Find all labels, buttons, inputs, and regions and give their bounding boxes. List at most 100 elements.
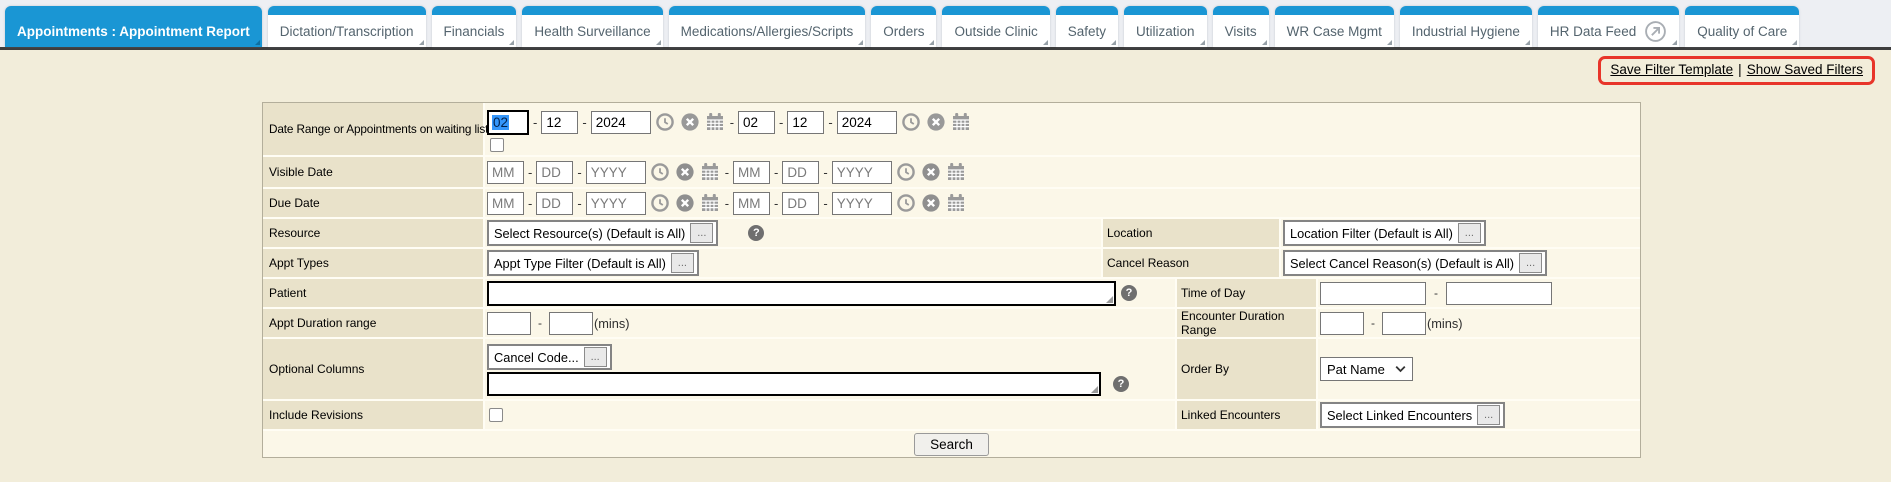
optional-columns-more-button[interactable]: ... <box>584 347 607 367</box>
clock-icon[interactable] <box>650 162 670 182</box>
patient-help-icon[interactable]: ? <box>1121 285 1137 301</box>
clear-icon[interactable] <box>675 162 695 182</box>
cancel-reason-picker[interactable]: Select Cancel Reason(s) (Default is All)… <box>1283 250 1547 276</box>
calendar-icon[interactable] <box>705 112 725 132</box>
clear-icon[interactable] <box>675 193 695 213</box>
visible-date-from-year-input[interactable] <box>586 161 646 184</box>
appt-duration-max-input[interactable] <box>549 312 593 335</box>
clear-icon[interactable] <box>926 112 946 132</box>
waiting-list-checkbox[interactable] <box>490 138 504 152</box>
filter-links-annotation-box: Save Filter Template|Show Saved Filters <box>1598 56 1875 85</box>
clock-icon[interactable] <box>896 193 916 213</box>
calendar-icon[interactable] <box>700 162 720 182</box>
tab-financials[interactable]: Financials <box>432 6 517 47</box>
tab-utilization[interactable]: Utilization <box>1124 6 1207 47</box>
tab-quality-of-care[interactable]: Quality of Care <box>1685 6 1799 47</box>
visible-date-row: Visible Date - - - - - <box>263 155 1640 187</box>
date-range-from-month-input[interactable]: 02 <box>487 110 529 135</box>
clear-icon[interactable] <box>921 162 941 182</box>
optional-columns-field[interactable] <box>487 372 1101 396</box>
save-filter-template-link[interactable]: Save Filter Template <box>1610 62 1733 77</box>
visible-date-from-month-input[interactable] <box>487 161 524 184</box>
time-of-day-from-input[interactable] <box>1320 282 1426 305</box>
resize-grip-icon[interactable] <box>1091 386 1098 393</box>
appt-duration-label: Appt Duration range <box>263 309 485 337</box>
order-by-select[interactable]: Pat Name <box>1320 357 1413 381</box>
clock-icon[interactable] <box>650 193 670 213</box>
encounter-duration-min-input[interactable] <box>1320 312 1364 335</box>
visible-date-to-year-input[interactable] <box>832 161 892 184</box>
resource-help-icon[interactable]: ? <box>748 225 764 241</box>
date-range-to-year-input[interactable] <box>837 111 897 134</box>
due-date-from-day-input[interactable] <box>536 192 573 215</box>
patient-label: Patient <box>263 279 485 307</box>
cancel-reason-more-button[interactable]: ... <box>1519 253 1542 273</box>
include-revisions-checkbox[interactable] <box>489 408 503 422</box>
visible-date-label: Visible Date <box>263 157 485 187</box>
patient-input[interactable] <box>489 283 1114 304</box>
date-range-from-year-input[interactable] <box>591 111 651 134</box>
tab-health-surveillance[interactable]: Health Surveillance <box>522 6 662 47</box>
location-more-button[interactable]: ... <box>1458 223 1481 243</box>
due-date-label: Due Date <box>263 189 485 217</box>
calendar-icon[interactable] <box>700 193 720 213</box>
encounter-duration-label: Encounter Duration Range <box>1175 309 1318 337</box>
visible-date-to-month-input[interactable] <box>733 161 770 184</box>
resource-more-button[interactable]: ... <box>690 223 713 243</box>
calendar-icon[interactable] <box>946 193 966 213</box>
due-date-to-month-input[interactable] <box>733 192 770 215</box>
optional-columns-help-icon[interactable]: ? <box>1113 376 1129 392</box>
due-date-from-month-input[interactable] <box>487 192 524 215</box>
clock-icon[interactable] <box>901 112 921 132</box>
dropdown-corner-icon <box>1200 40 1205 45</box>
date-range-from-day-input[interactable] <box>541 111 578 134</box>
linked-encounters-label: Linked Encounters <box>1175 401 1318 429</box>
clock-icon[interactable] <box>896 162 916 182</box>
visible-date-to-day-input[interactable] <box>782 161 819 184</box>
optional-columns-picker[interactable]: Cancel Code... ... <box>487 344 612 370</box>
appt-type-more-button[interactable]: ... <box>671 253 694 273</box>
tab-label: Quality of Care <box>1697 24 1787 39</box>
mins-unit-label: (mins) <box>1427 316 1463 331</box>
clear-icon[interactable] <box>680 112 700 132</box>
location-picker[interactable]: Location Filter (Default is All) ... <box>1283 220 1486 246</box>
visible-date-from-day-input[interactable] <box>536 161 573 184</box>
tab-safety[interactable]: Safety <box>1056 6 1118 47</box>
tab-medications-allergies-scripts[interactable]: Medications/Allergies/Scripts <box>669 6 866 47</box>
due-date-to-year-input[interactable] <box>832 192 892 215</box>
tab-orders[interactable]: Orders <box>871 6 936 47</box>
search-button[interactable]: Search <box>914 433 989 456</box>
encounter-duration-max-input[interactable] <box>1382 312 1426 335</box>
tab-label: Medications/Allergies/Scripts <box>681 24 854 39</box>
date-range-label: Date Range or Appointments on waiting li… <box>263 103 485 155</box>
tab-visits[interactable]: Visits <box>1213 6 1269 47</box>
linked-encounters-picker[interactable]: Select Linked Encounters ... <box>1320 402 1505 428</box>
tab-industrial-hygiene[interactable]: Industrial Hygiene <box>1400 6 1532 47</box>
appt-type-picker[interactable]: Appt Type Filter (Default is All) ... <box>487 250 699 276</box>
appt-duration-min-input[interactable] <box>487 312 531 335</box>
resize-grip-icon[interactable] <box>1106 296 1113 303</box>
due-date-to-day-input[interactable] <box>782 192 819 215</box>
linked-encounters-more-button[interactable]: ... <box>1477 405 1500 425</box>
tab-wr-case-mgmt[interactable]: WR Case Mgmt <box>1275 6 1394 47</box>
clear-icon[interactable] <box>921 193 941 213</box>
optional-columns-input[interactable] <box>489 374 1099 394</box>
tab-hr-data-feed[interactable]: HR Data Feed <box>1538 6 1679 47</box>
patient-time-of-day-row: Patient ? Time of Day - <box>263 277 1640 307</box>
calendar-icon[interactable] <box>946 162 966 182</box>
tab-appointments-appointment-report[interactable]: Appointments : Appointment Report <box>5 6 262 47</box>
date-range-to-day-input[interactable] <box>787 111 824 134</box>
tab-label: Dictation/Transcription <box>280 24 414 39</box>
tab-dictation-transcription[interactable]: Dictation/Transcription <box>268 6 426 47</box>
resource-picker[interactable]: Select Resource(s) (Default is All) ... <box>487 220 718 246</box>
dropdown-corner-icon <box>1672 40 1677 45</box>
patient-field[interactable] <box>487 281 1116 306</box>
calendar-icon[interactable] <box>951 112 971 132</box>
clock-icon[interactable] <box>655 112 675 132</box>
tab-outside-clinic[interactable]: Outside Clinic <box>942 6 1049 47</box>
date-range-to-month-input[interactable] <box>738 111 775 134</box>
time-of-day-to-input[interactable] <box>1446 282 1552 305</box>
due-date-from-year-input[interactable] <box>586 192 646 215</box>
due-date-row: Due Date - - - - - <box>263 187 1640 217</box>
show-saved-filters-link[interactable]: Show Saved Filters <box>1747 62 1863 77</box>
